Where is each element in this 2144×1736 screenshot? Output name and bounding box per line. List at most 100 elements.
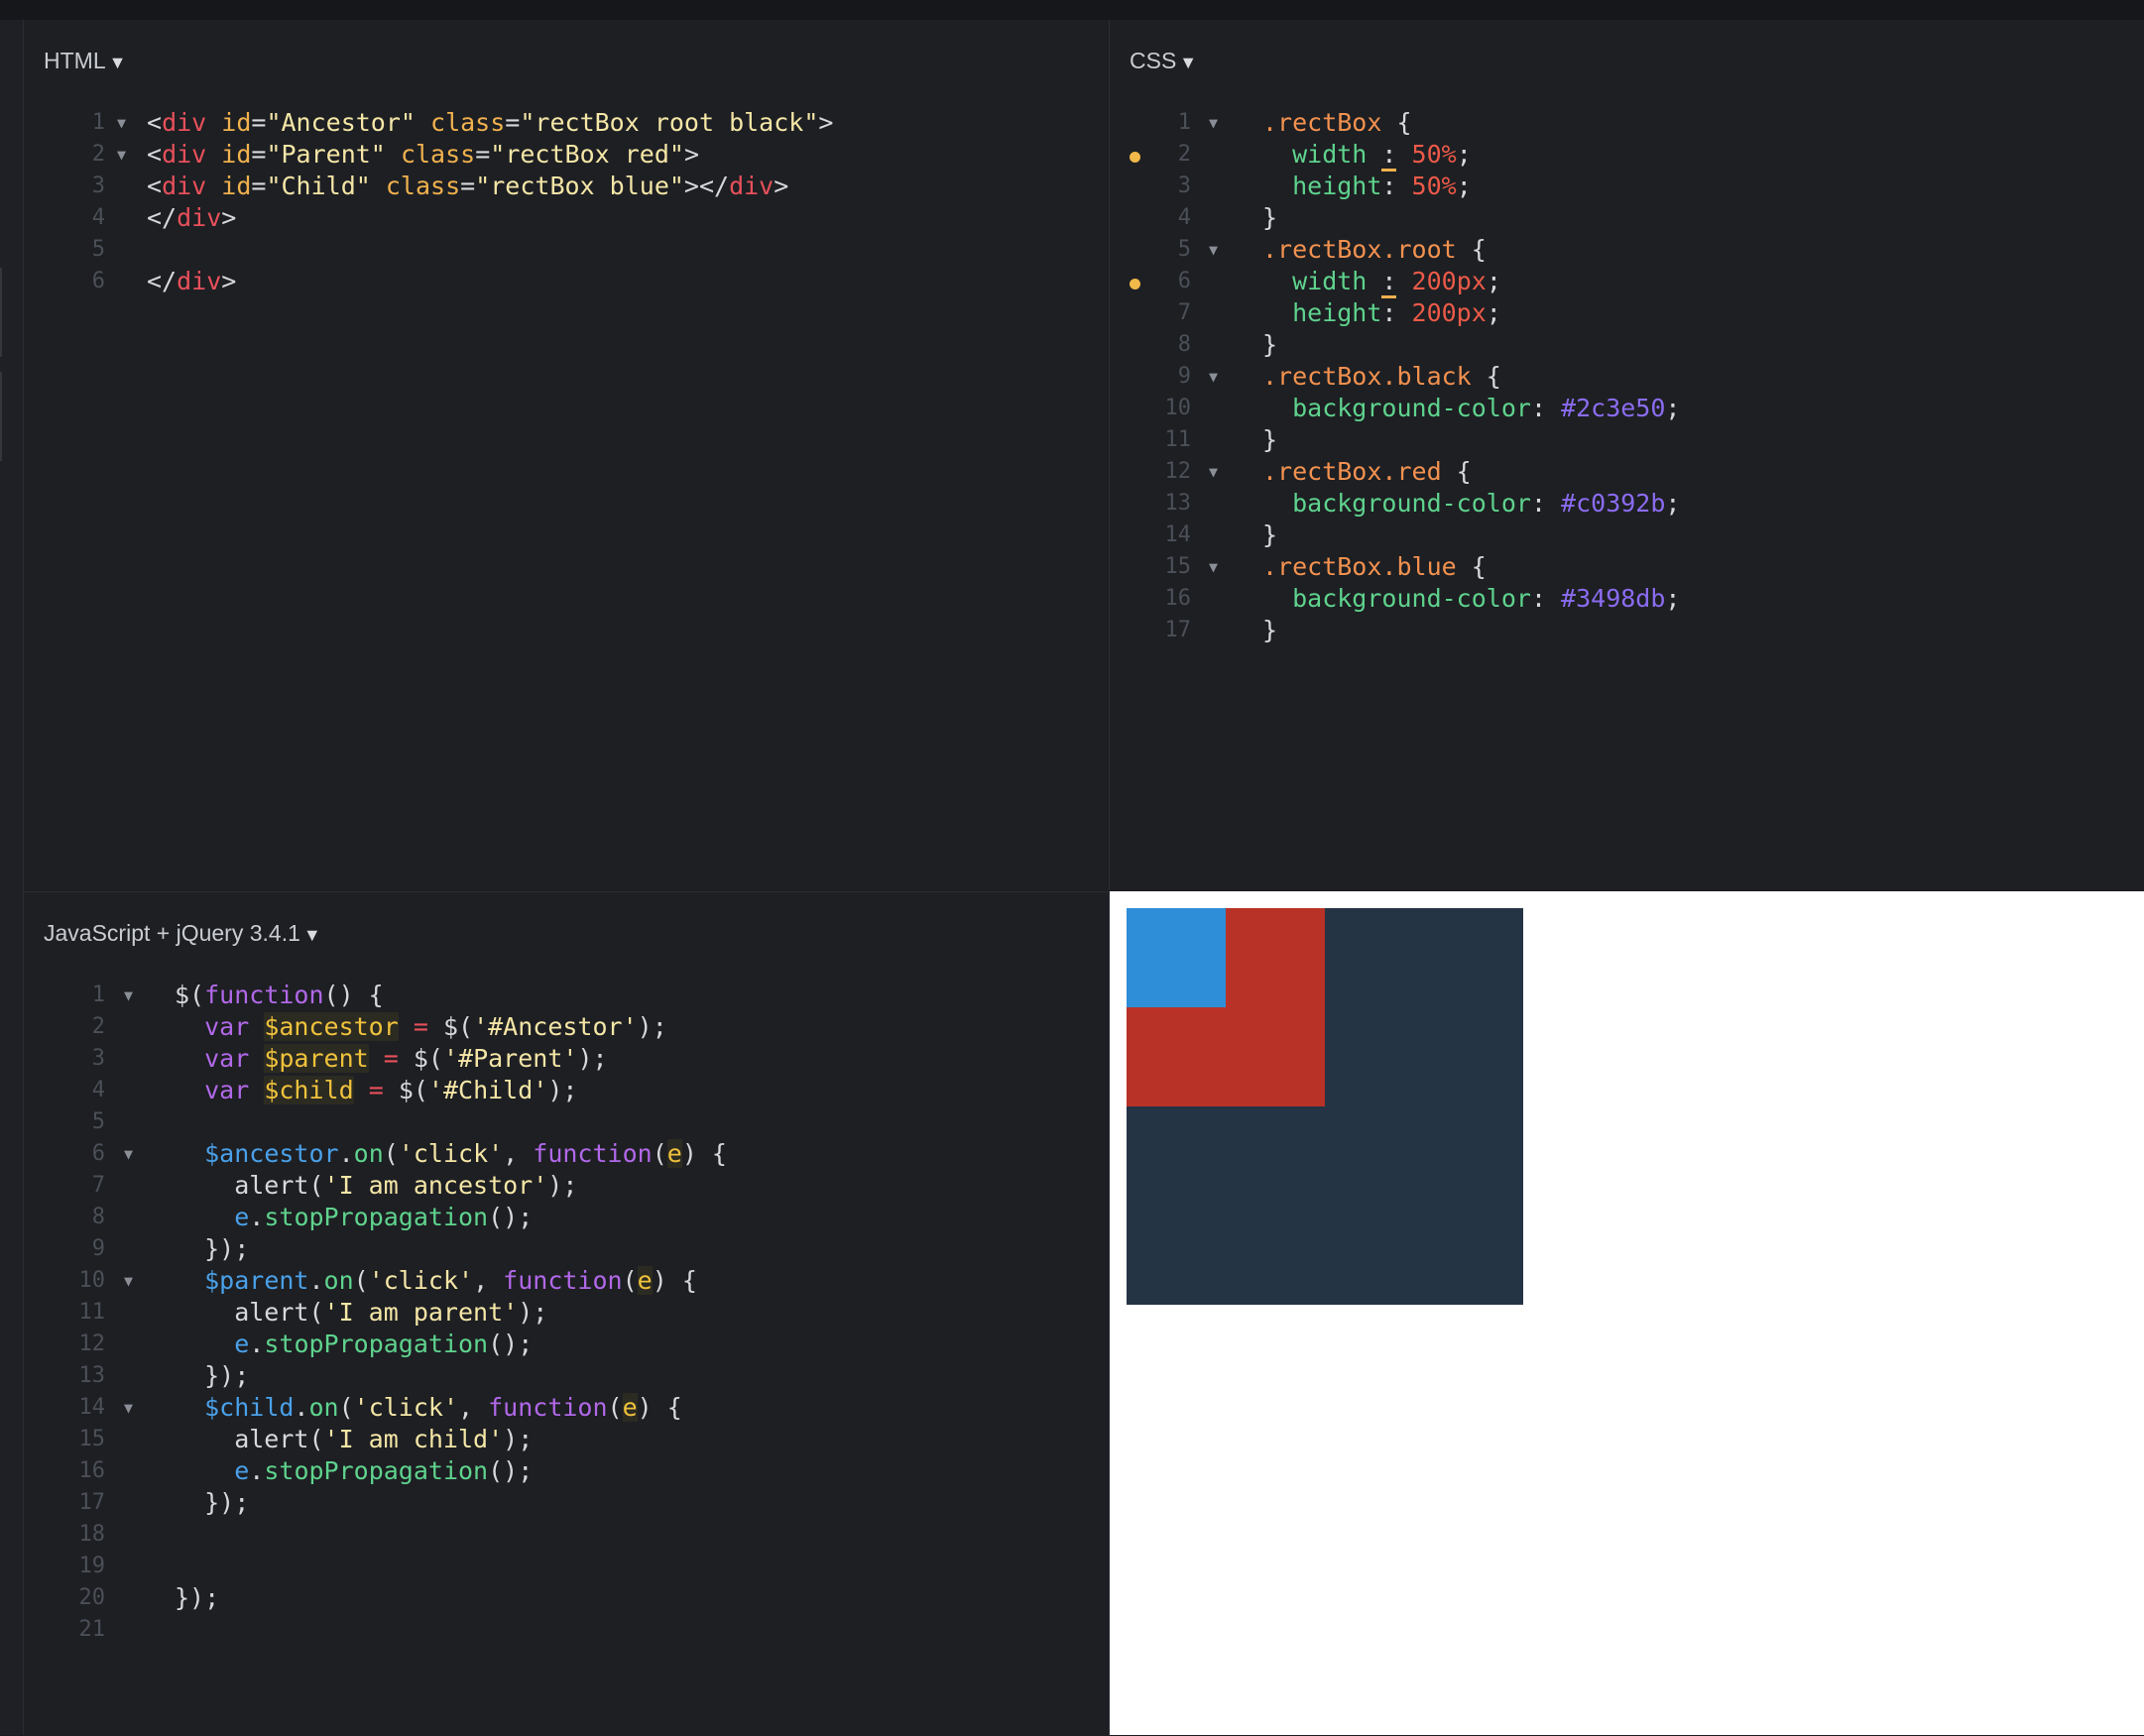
code-line[interactable]: 16 e.stopPropagation(); [24,1455,1109,1487]
code-line[interactable]: 6 </div> [24,266,1109,297]
fold-arrow-icon[interactable]: ▼ [117,139,126,171]
code-token: 50% [1411,172,1457,200]
code-line[interactable]: 18 [24,1519,1109,1551]
code-line[interactable]: 21 [24,1614,1109,1646]
css-panel-title[interactable]: CSS ▼ [1130,48,1197,74]
code-line[interactable]: 13 }); [24,1360,1109,1392]
code-token: $( [383,1076,428,1104]
fold-arrow-icon[interactable]: ▼ [1209,456,1218,488]
code-line[interactable]: 8} [1110,329,2144,361]
code-line[interactable]: 14 ▼ $child.on('click', function(e) { [24,1392,1109,1424]
code-token: stopPropagation [264,1203,489,1231]
code-line[interactable]: 11} [1110,424,2144,456]
code-line[interactable]: 17} [1110,615,2144,646]
code-line[interactable]: 1 ▼ <div id="Ancestor" class="rectBox root… [24,107,1109,139]
code-line[interactable]: 15 alert('I am child'); [24,1424,1109,1455]
code-line[interactable]: 2 ▼ <div id="Parent" class="rectBox red"> [24,139,1109,171]
fold-arrow-icon[interactable]: ▼ [124,1138,133,1170]
line-number: 8 [91,1205,105,1229]
code-token: : [1381,298,1412,327]
code-line[interactable]: 12 ▼ .rectBox.red { [1110,456,2144,488]
code-line[interactable]: 1 ▼ $(function() { [24,980,1109,1011]
code-line[interactable]: 20}); [24,1582,1109,1614]
fold-arrow-icon[interactable]: ▼ [124,1265,133,1297]
fold-arrow-icon[interactable]: ▼ [1209,107,1218,139]
code-line[interactable]: 14} [1110,520,2144,551]
code-line[interactable]: 3 height: 50%; [1110,171,2144,202]
code-line[interactable]: 9 ▼ .rectBox.black { [1110,361,2144,393]
code-line[interactable]: 4 </div> [24,202,1109,234]
line-number: 8 [1177,332,1191,357]
html-panel-title[interactable]: HTML ▼ [44,48,126,74]
code-token: { [1456,235,1487,264]
fold-arrow-icon[interactable]: ▼ [124,980,133,1011]
js-panel-title[interactable]: JavaScript + jQuery 3.4.1 ▼ [44,920,321,947]
code-line[interactable]: 3 var $parent = $('#Parent'); [24,1043,1109,1075]
code-line[interactable]: 4} [1110,202,2144,234]
code-text: }); [175,1582,219,1614]
code-line[interactable]: 5 ▼ .rectBox.root { [1110,234,2144,266]
code-token: class [385,172,461,200]
code-line[interactable]: 2 width : 50%; [1110,139,2144,172]
code-token: '#Ancestor' [473,1012,638,1041]
code-line[interactable]: 6 width : 200px; [1110,266,2144,298]
line-number: 19 [78,1554,106,1578]
js-editor-panel[interactable]: JavaScript + jQuery 3.4.1 ▼ 1 ▼ $(function(… [24,891,1110,1736]
code-line[interactable]: 10 background-color: #2c3e50; [1110,393,2144,424]
code-token: id [221,140,252,169]
css-editor-panel[interactable]: CSS ▼ 1 ▼ .rectBox {2 width : 50%; 3 height:… [1110,20,2144,890]
code-token: #c0392b [1561,489,1666,518]
code-text: $parent.on('click', function(e) { [175,1265,697,1297]
ancestor-box[interactable] [1127,908,1523,1305]
fold-arrow-icon[interactable]: ▼ [117,107,126,139]
html-editor-panel[interactable]: HTML ▼ 1 ▼ <div id="Ancestor" class="rectBo… [24,20,1110,890]
code-line[interactable]: 4 var $child = $('#Child'); [24,1075,1109,1106]
code-line[interactable]: 17 }); [24,1487,1109,1519]
sidebar-marker [0,372,2,461]
parent-box[interactable] [1127,908,1325,1106]
code-line[interactable]: 5 [24,1106,1109,1138]
fold-arrow-icon[interactable]: ▼ [1209,361,1218,393]
code-line[interactable]: 7 height: 200px; [1110,297,2144,329]
code-token: id [221,172,252,200]
fold-arrow-icon[interactable]: ▼ [124,1392,133,1424]
code-token: e [637,1266,653,1295]
code-token: = [383,1044,399,1073]
code-line[interactable]: 5 [24,234,1109,266]
code-line[interactable]: 13 background-color: #c0392b; [1110,488,2144,520]
code-line[interactable]: 11 alert('I am parent'); [24,1297,1109,1329]
line-number: 17 [78,1490,106,1515]
js-code-area[interactable]: 1 ▼ $(function() {2 var $ancestor = $('#An… [24,980,1109,1646]
code-line[interactable]: 6 ▼ $ancestor.on('click', function(e) { [24,1138,1109,1170]
code-line[interactable]: 15 ▼ .rectBox.blue { [1110,551,2144,583]
code-line[interactable]: 8 e.stopPropagation(); [24,1202,1109,1233]
code-line[interactable]: 7 alert('I am ancestor'); [24,1170,1109,1202]
code-line[interactable]: 10 ▼ $parent.on('click', function(e) { [24,1265,1109,1297]
line-number: 15 [1164,554,1192,579]
child-box[interactable] [1127,908,1226,1007]
code-token: class [400,140,476,169]
code-token: ( [607,1393,623,1422]
html-code-area[interactable]: 1 ▼ <div id="Ancestor" class="rectBox root… [24,107,1109,297]
code-line[interactable]: 1 ▼ .rectBox { [1110,107,2144,139]
line-number: 11 [78,1300,106,1325]
fold-arrow-icon[interactable]: ▼ [1209,551,1218,583]
code-line[interactable]: 3 <div id="Child" class="rectBox blue"></… [24,171,1109,202]
code-line[interactable]: 19 [24,1551,1109,1582]
code-line[interactable]: 2 var $ancestor = $('#Ancestor'); [24,1011,1109,1043]
code-line[interactable]: 16 background-color: #3498db; [1110,583,2144,615]
code-token: $ancestor [264,1012,399,1041]
code-token: var [204,1076,250,1104]
line-number: 18 [78,1522,106,1547]
css-panel-title-label: CSS [1130,48,1177,73]
css-code-area[interactable]: 1 ▼ .rectBox {2 width : 50%; 3 height: 50%;… [1110,107,2144,646]
fold-arrow-icon[interactable]: ▼ [1209,234,1218,266]
code-text: } [1262,202,1277,234]
code-token: function [533,1139,653,1168]
code-line[interactable]: 9 }); [24,1233,1109,1265]
code-token: alert( [175,1425,324,1453]
code-line[interactable]: 12 e.stopPropagation(); [24,1329,1109,1360]
